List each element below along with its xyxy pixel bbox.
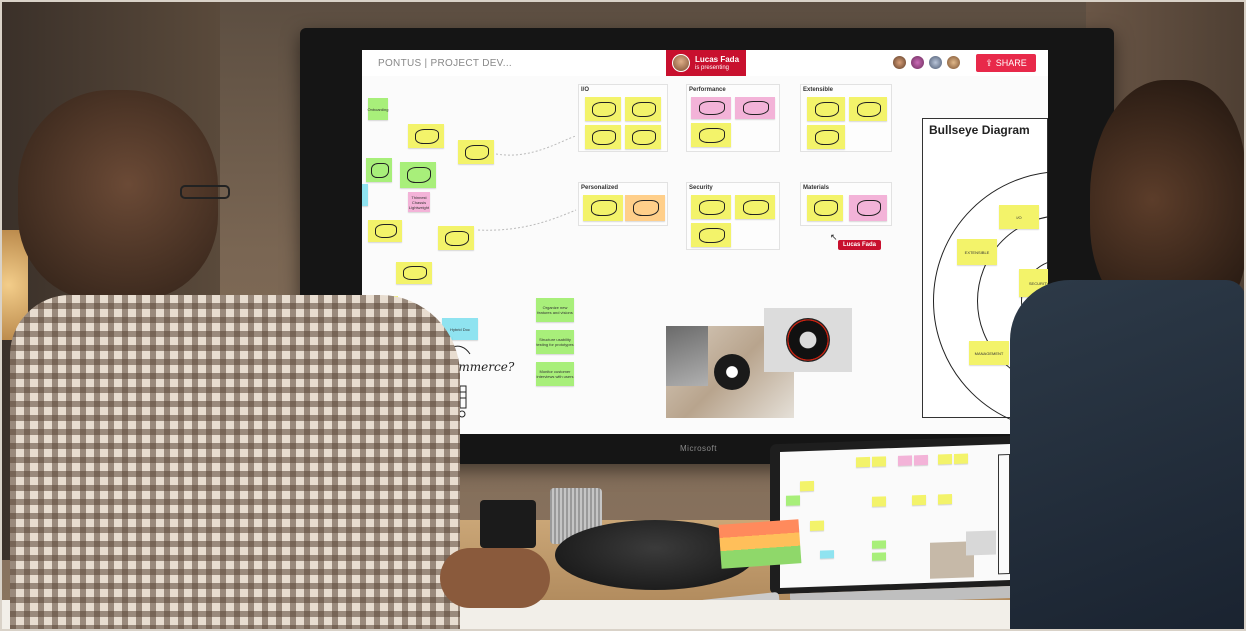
sticky-note[interactable] — [691, 123, 731, 147]
category-group-personalized[interactable]: Personalized — [578, 182, 668, 226]
person-left — [10, 90, 460, 631]
display-brand-label: Microsoft — [680, 444, 717, 453]
sticky-note[interactable] — [807, 97, 845, 121]
group-title: Security — [689, 185, 713, 191]
thumbnail-bullseye — [998, 453, 1010, 575]
cursor-label: Lucas Fada — [838, 240, 882, 250]
sticky-note[interactable] — [585, 97, 621, 121]
sticky-note[interactable]: Structure usability testing for prototyp… — [536, 330, 574, 354]
sticky-note — [914, 454, 928, 466]
sticky-note-stack — [718, 519, 802, 569]
sticky-note — [820, 550, 834, 559]
sticky-note[interactable]: Organize new features and visions — [536, 298, 574, 322]
sticky-note[interactable]: Monitor customer interviews with users — [536, 362, 574, 386]
sticky-note[interactable] — [625, 97, 661, 121]
laptop-lid — [770, 435, 1020, 595]
group-title: Performance — [689, 87, 726, 93]
person-left-hand — [440, 548, 550, 608]
cursor-icon: ↖ — [830, 232, 838, 242]
group-title: Materials — [803, 185, 830, 191]
sticky-note[interactable]: MANAGEMENT — [969, 341, 1009, 365]
laptop-in-photo — [666, 326, 708, 386]
sticky-note — [938, 454, 952, 465]
category-group-performance[interactable]: Performance — [686, 84, 780, 152]
plaid-shirt — [10, 295, 460, 631]
puck-device — [786, 318, 830, 362]
sticky-note[interactable]: EXTENSIBLE — [957, 239, 997, 265]
sticky-note[interactable] — [735, 195, 775, 219]
category-group-extensible[interactable]: Extensible — [800, 84, 892, 152]
category-group-materials[interactable]: Materials — [800, 182, 892, 226]
sticky-note — [954, 453, 968, 464]
glasses — [180, 185, 230, 199]
sticky-note[interactable] — [691, 195, 731, 219]
laptop-screen-whiteboard[interactable] — [780, 443, 1010, 589]
sticky-note[interactable] — [691, 223, 731, 247]
person-right — [1010, 80, 1246, 631]
sticky-note[interactable] — [849, 195, 887, 221]
sticky-note — [872, 552, 886, 561]
sticky-note[interactable] — [849, 97, 887, 121]
sticky-note — [810, 520, 824, 531]
sticky-note[interactable] — [625, 125, 661, 149]
denim-jacket — [1010, 280, 1246, 631]
sticky-note[interactable] — [807, 125, 845, 149]
puck-device — [714, 354, 750, 390]
sticky-note — [912, 494, 926, 506]
pen-cup — [480, 500, 536, 548]
sticky-note — [872, 540, 886, 549]
sticky-note — [898, 455, 912, 466]
sticky-note[interactable] — [691, 97, 731, 119]
sticky-note — [872, 456, 886, 467]
group-title: Personalized — [581, 185, 619, 191]
category-group-security[interactable]: Security — [686, 182, 780, 250]
group-title: I/O — [581, 87, 590, 93]
laptop — [770, 435, 1030, 606]
category-group-io[interactable]: I/O — [578, 84, 668, 152]
whiteboard-canvas[interactable]: PONTUS | PROJECT DEV... Lucas Fada is pr… — [362, 50, 1048, 434]
sticky-note — [872, 496, 886, 507]
sticky-note[interactable] — [585, 125, 621, 149]
sticky-note[interactable] — [583, 195, 623, 221]
sticky-note — [938, 494, 952, 505]
sticky-note[interactable] — [735, 97, 775, 119]
sticky-note[interactable] — [625, 195, 665, 221]
sticky-note — [786, 495, 800, 506]
sticky-note[interactable] — [807, 195, 843, 221]
product-photo-device[interactable] — [764, 308, 852, 372]
group-title: Extensible — [803, 87, 834, 93]
sticky-note — [800, 480, 814, 492]
sticky-note — [856, 456, 870, 468]
thumbnail-photo — [966, 530, 996, 556]
